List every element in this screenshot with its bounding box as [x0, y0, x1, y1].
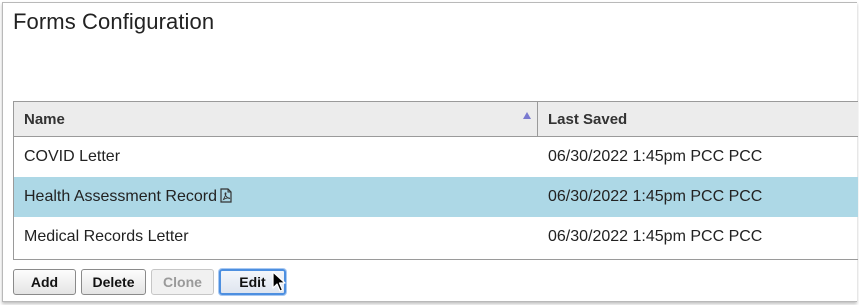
add-button[interactable]: Add [13, 269, 76, 295]
cell-last-saved: 06/30/2022 1:45pm PCC PCC [538, 217, 858, 257]
pdf-icon[interactable] [220, 188, 232, 208]
clone-button[interactable]: Clone [151, 269, 214, 295]
column-header-name[interactable]: Name [14, 102, 538, 136]
cell-name: Health Assessment Record [14, 177, 538, 217]
delete-button[interactable]: Delete [81, 269, 146, 295]
table-row-selected[interactable]: Health Assessment Record 06/30/2022 1:45… [14, 177, 858, 217]
form-actions-toolbar: Add Delete Clone Edit [13, 269, 286, 295]
column-header-label: Last Saved [548, 111, 628, 128]
form-name: Medical Records Letter [24, 228, 189, 245]
mouse-pointer-icon [272, 271, 286, 292]
forms-configuration-panel: Forms Configuration Name Last Saved COVI… [2, 2, 858, 302]
last-saved-value: 06/30/2022 1:45pm PCC PCC [548, 188, 763, 205]
cell-last-saved: 06/30/2022 1:45pm PCC PCC [538, 177, 858, 217]
form-name-wrap: Health Assessment Record [24, 188, 232, 208]
table-row[interactable]: COVID Letter 06/30/2022 1:45pm PCC PCC [14, 137, 858, 177]
cell-name: Medical Records Letter [14, 217, 538, 257]
last-saved-value: 06/30/2022 1:45pm PCC PCC [548, 148, 763, 165]
form-name: Health Assessment Record [24, 188, 217, 205]
last-saved-value: 06/30/2022 1:45pm PCC PCC [548, 228, 763, 245]
form-name: COVID Letter [24, 148, 121, 165]
cell-name: COVID Letter [14, 137, 538, 177]
sort-ascending-icon [523, 112, 531, 119]
column-header-label: Name [24, 111, 65, 128]
table-header: Name Last Saved [14, 102, 858, 137]
table-row[interactable]: Medical Records Letter 06/30/2022 1:45pm… [14, 217, 858, 257]
cell-last-saved: 06/30/2022 1:45pm PCC PCC [538, 137, 858, 177]
column-header-last-saved[interactable]: Last Saved [538, 102, 858, 136]
page-title: Forms Configuration [13, 9, 215, 34]
forms-table: Name Last Saved COVID Letter 06/30/2022 … [13, 101, 858, 260]
